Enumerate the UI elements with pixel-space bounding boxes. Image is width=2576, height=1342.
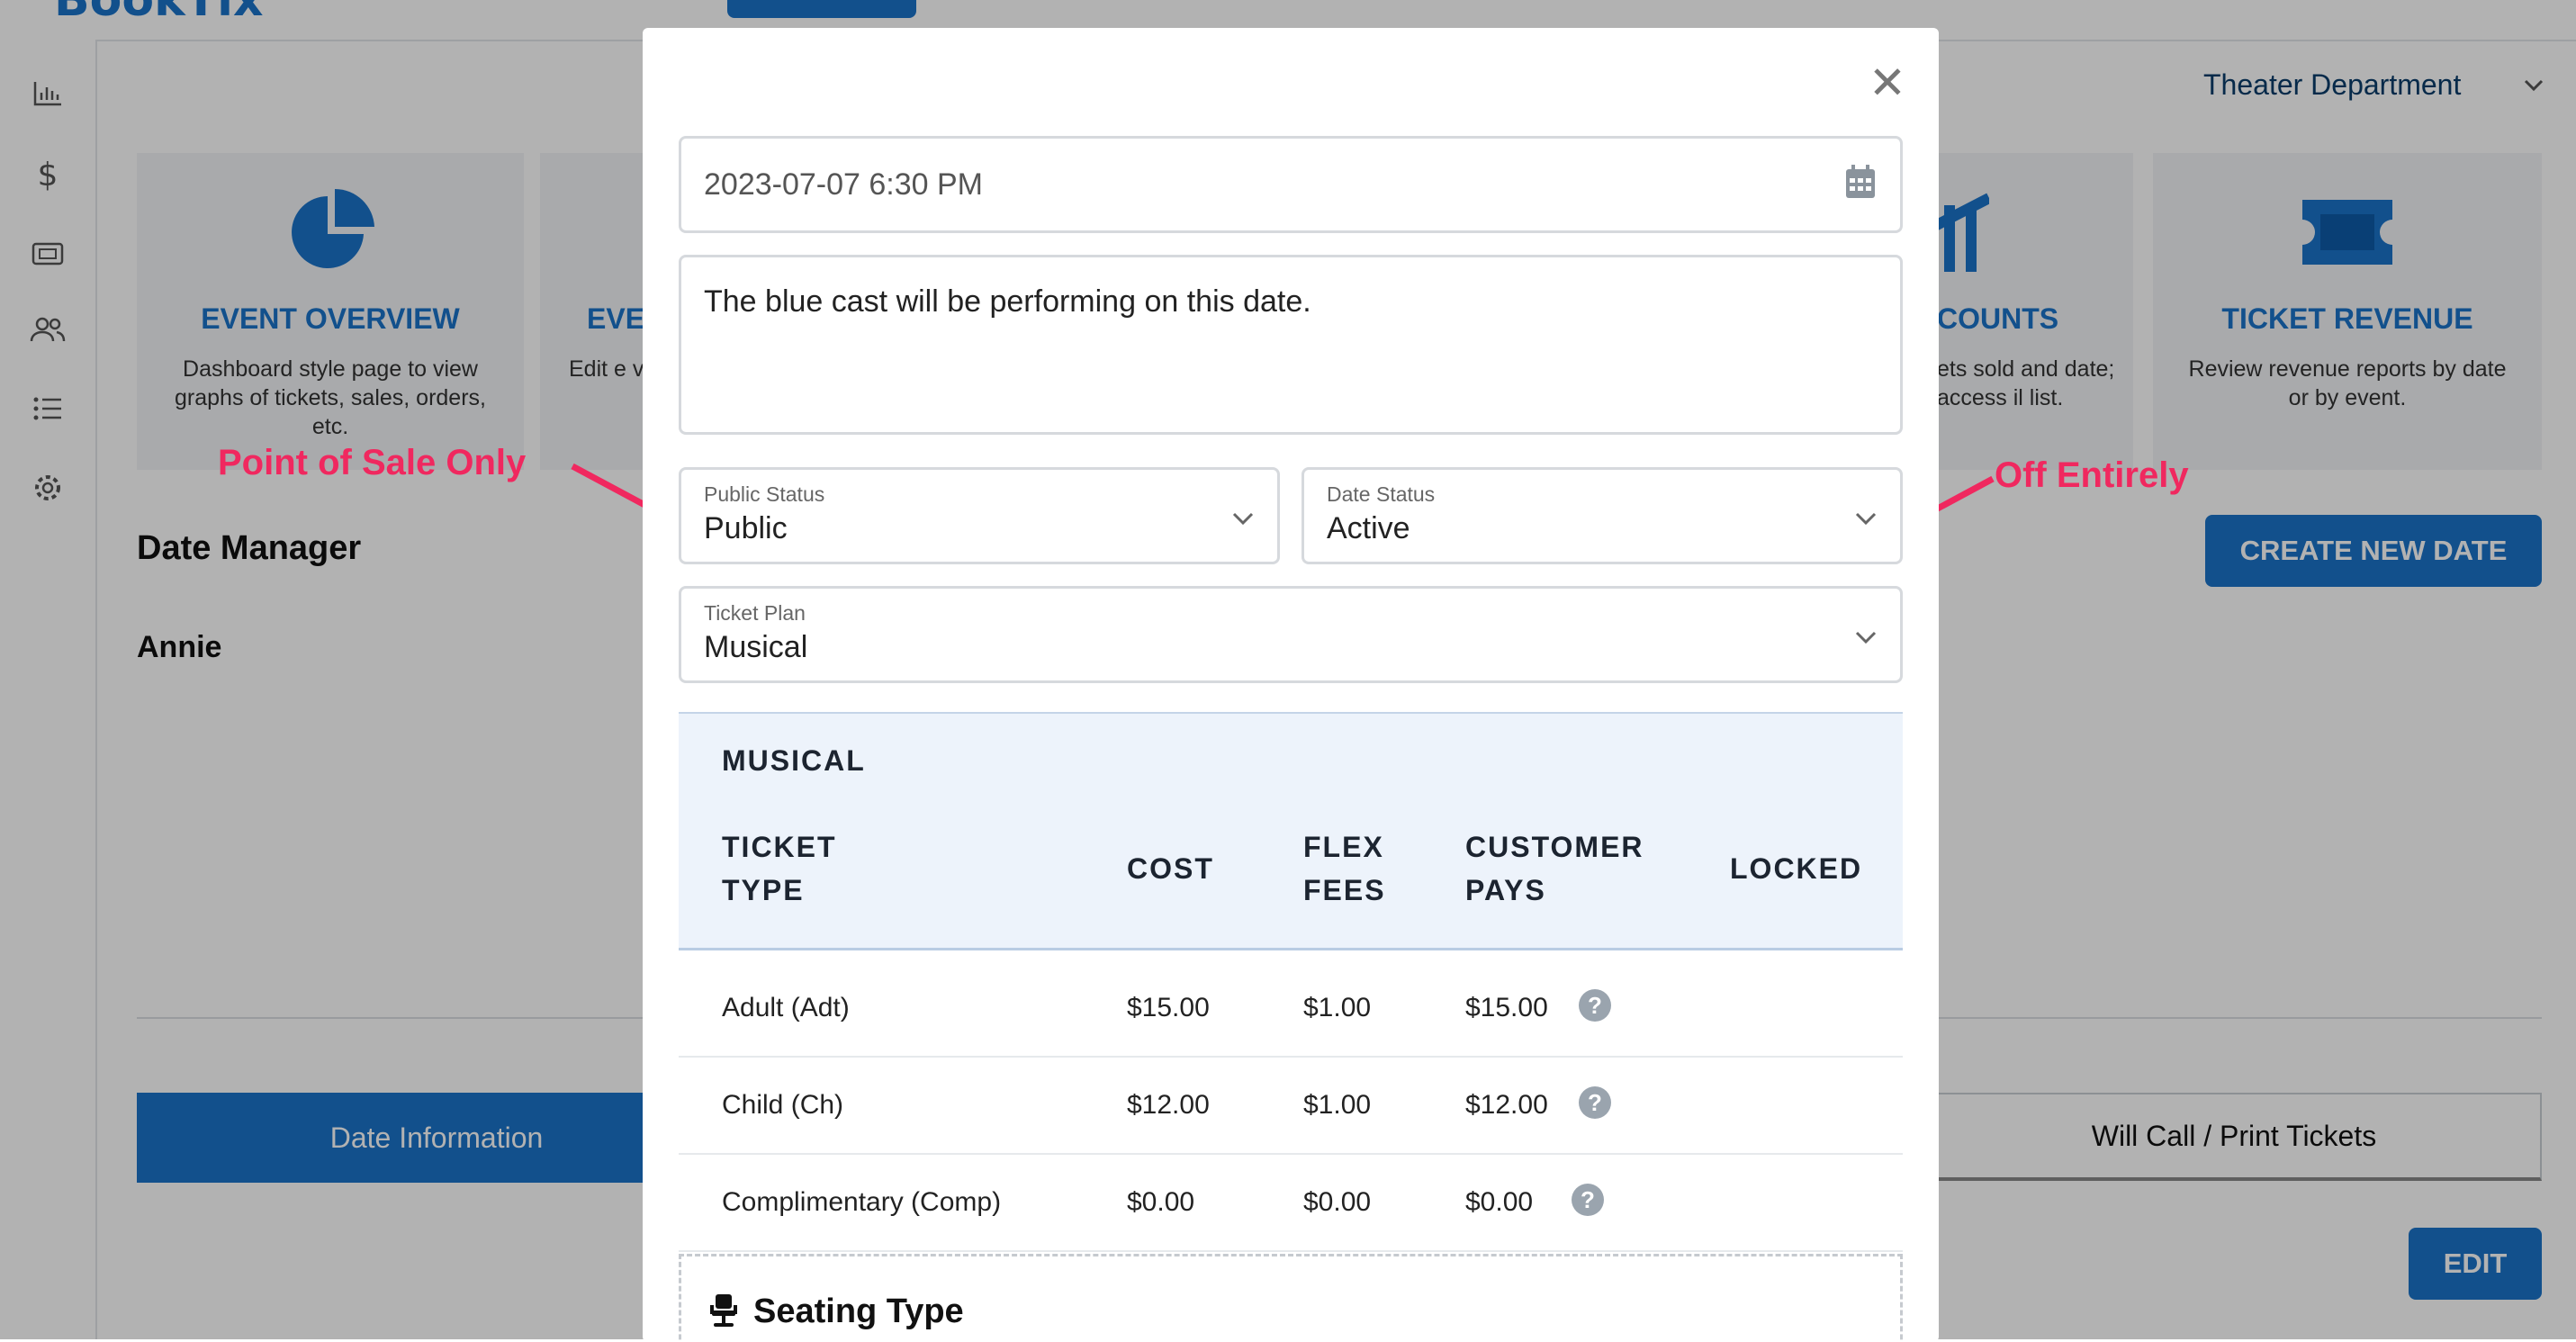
annotation-right: Off Entirely — [1995, 455, 2189, 495]
flex-fees-cell: $0.00 — [1303, 1187, 1372, 1217]
help-icon[interactable]: ? — [1579, 1086, 1611, 1119]
chair-icon — [710, 1294, 737, 1327]
header-locked: LOCKED — [1730, 852, 1863, 885]
customer-pays-cell: $12.00 — [1465, 1090, 1548, 1120]
chevron-down-icon — [1855, 512, 1877, 526]
date-status-label: Date Status — [1327, 482, 1436, 506]
plan-name: MUSICAL — [722, 744, 866, 777]
note-value: The blue cast will be performing on this… — [704, 284, 1311, 319]
ticket-plan-select[interactable]: Ticket Plan Musical — [679, 586, 1903, 683]
datetime-value: 2023-07-07 6:30 PM — [704, 167, 983, 202]
help-icon[interactable]: ? — [1572, 1184, 1604, 1216]
help-icon[interactable]: ? — [1579, 989, 1611, 1022]
table-row: Complimentary (Comp) $0.00 $0.00 $0.00 ? — [679, 1155, 1903, 1252]
header-cost: COST — [1127, 852, 1214, 885]
header-text: CUSTOMER — [1465, 831, 1644, 863]
customer-pays-cell: $0.00 — [1465, 1187, 1534, 1217]
ticket-plan-value: Musical — [704, 630, 808, 664]
header-ticket-type: TICKET TYPE — [722, 825, 837, 912]
ticket-type-cell: Adult (Adt) — [722, 993, 850, 1022]
header-flex-fees: FLEX FEES — [1303, 825, 1386, 912]
edit-date-modal: ✕ 2023-07-07 6:30 PM The blue cast will … — [643, 28, 1939, 1342]
seating-type-section: Seating Type — [679, 1254, 1903, 1342]
ticket-type-cell: Child (Ch) — [722, 1090, 844, 1120]
ticket-plan-label: Ticket Plan — [704, 601, 806, 625]
date-status-select[interactable]: Date Status Active — [1302, 467, 1903, 564]
flex-fees-cell: $1.00 — [1303, 993, 1372, 1022]
table-row: Child (Ch) $12.00 $1.00 $12.00 ? — [679, 1058, 1903, 1155]
table-row: Adult (Adt) $15.00 $1.00 $15.00 ? — [679, 960, 1903, 1058]
chevron-down-icon — [1232, 512, 1254, 526]
public-status-value: Public — [704, 511, 788, 545]
flex-fees-cell: $1.00 — [1303, 1090, 1372, 1120]
date-note-textarea[interactable]: The blue cast will be performing on this… — [679, 255, 1903, 435]
ticket-type-cell: Complimentary (Comp) — [722, 1187, 1002, 1217]
calendar-icon[interactable] — [1844, 164, 1877, 200]
annotation-left: Point of Sale Only — [218, 443, 527, 482]
header-text: TYPE — [722, 874, 805, 906]
close-icon[interactable]: ✕ — [1869, 60, 1906, 105]
chevron-down-icon — [1855, 631, 1877, 644]
header-text: PAYS — [1465, 874, 1546, 906]
cost-cell: $15.00 — [1127, 993, 1210, 1022]
cost-cell: $0.00 — [1127, 1187, 1195, 1217]
public-status-label: Public Status — [704, 482, 825, 506]
cost-cell: $12.00 — [1127, 1090, 1210, 1120]
datetime-field[interactable]: 2023-07-07 6:30 PM — [679, 136, 1903, 233]
ticket-plan-table-header: MUSICAL TICKET TYPE COST FLEX FEES CUSTO… — [679, 712, 1903, 950]
date-status-value: Active — [1327, 511, 1410, 545]
public-status-select[interactable]: Public Status Public — [679, 467, 1280, 564]
header-text: FLEX — [1303, 831, 1384, 863]
seating-type-title: Seating Type — [753, 1292, 964, 1330]
header-text: TICKET — [722, 831, 837, 863]
header-text: FEES — [1303, 874, 1386, 906]
customer-pays-cell: $15.00 — [1465, 993, 1548, 1022]
header-customer-pays: CUSTOMER PAYS — [1465, 825, 1644, 912]
